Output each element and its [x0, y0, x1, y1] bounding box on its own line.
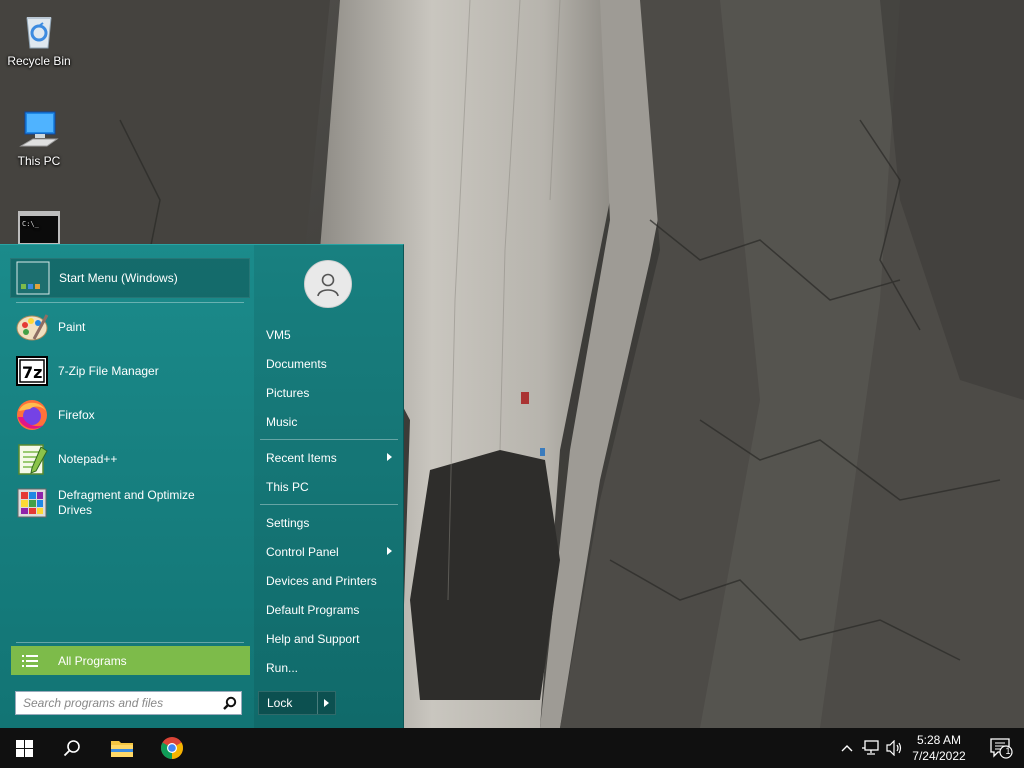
all-programs-button[interactable]: All Programs	[11, 646, 250, 675]
taskbar-search-button[interactable]	[48, 728, 96, 768]
chevron-up-icon	[841, 745, 853, 752]
places-item-user[interactable]: VM5	[260, 321, 398, 348]
pinned-start-menu-windows[interactable]: Start Menu (Windows)	[10, 258, 250, 298]
notepadpp-icon	[14, 441, 50, 477]
windows-logo-icon	[15, 739, 33, 757]
svg-text:C:\_: C:\_	[22, 220, 40, 228]
taskbar-clock[interactable]: 5:28 AM 7/24/2022	[906, 732, 972, 764]
taskbar-file-explorer[interactable]	[98, 728, 146, 768]
separator	[260, 439, 398, 440]
separator	[260, 504, 398, 505]
places-item-settings[interactable]: Settings	[260, 509, 398, 536]
clock-date: 7/24/2022	[912, 749, 966, 763]
lock-options-button[interactable]	[317, 692, 335, 714]
network-status-button[interactable]	[860, 728, 882, 768]
places-item-this-pc[interactable]: This PC	[260, 473, 398, 500]
speaker-icon	[886, 740, 902, 756]
lock-button[interactable]: Lock	[258, 691, 336, 715]
places-label: Run...	[266, 660, 299, 675]
search-icon	[63, 740, 80, 757]
svg-text:7z: 7z	[22, 363, 42, 382]
submenu-arrow-icon	[387, 547, 392, 555]
all-programs-label: All Programs	[58, 653, 127, 668]
places-label: This PC	[266, 479, 309, 494]
app-label: 7-Zip File Manager	[58, 363, 159, 378]
places-label: Control Panel	[266, 544, 339, 559]
firefox-icon	[14, 397, 50, 433]
defrag-icon	[14, 485, 50, 521]
start-menu-app-icon	[15, 260, 51, 296]
app-item-notepadpp[interactable]: Notepad++	[10, 438, 250, 480]
places-label: Settings	[266, 515, 310, 530]
search-box[interactable]	[15, 691, 242, 715]
show-hidden-icons-button[interactable]	[838, 728, 856, 768]
app-label: Defragment and Optimize Drives	[58, 488, 195, 517]
places-label: Help and Support	[266, 631, 360, 646]
desktop-icon-this-pc[interactable]: This PC	[1, 108, 77, 168]
app-item-7zip[interactable]: 7z 7-Zip File Manager	[10, 350, 250, 392]
chevron-right-icon	[324, 699, 329, 707]
places-item-default-programs[interactable]: Default Programs	[260, 596, 398, 623]
clock-time: 5:28 AM	[916, 733, 962, 747]
places-item-run[interactable]: Run...	[260, 654, 398, 681]
places-label: Devices and Printers	[266, 573, 377, 588]
separator	[16, 302, 244, 303]
desktop-icon-label: Recycle Bin	[7, 54, 71, 68]
places-label: Default Programs	[266, 602, 360, 617]
places-item-help-support[interactable]: Help and Support	[260, 625, 398, 652]
start-button[interactable]	[0, 728, 48, 768]
action-center-button[interactable]: 1	[978, 728, 1024, 768]
pinned-label: Start Menu (Windows)	[59, 271, 178, 285]
start-menu-places-pane: VM5 Documents Pictures Music Recent Item…	[254, 245, 404, 729]
computer-icon	[17, 108, 61, 152]
list-icon	[22, 654, 38, 667]
user-avatar[interactable]	[304, 260, 352, 308]
places-label: Music	[266, 414, 298, 429]
places-label: Documents	[266, 356, 327, 371]
start-menu-programs-pane: Start Menu (Windows) Paint 7z 7-Zip File…	[0, 245, 254, 729]
desktop-icon-recycle-bin[interactable]: Recycle Bin	[1, 8, 77, 68]
search-icon[interactable]	[219, 692, 241, 714]
places-label: Recent Items	[266, 450, 337, 465]
places-label: VM5	[266, 327, 291, 342]
app-item-defrag[interactable]: Defragment and Optimize Drives	[10, 482, 250, 524]
app-item-firefox[interactable]: Firefox	[10, 394, 250, 436]
submenu-arrow-icon	[387, 453, 392, 461]
separator	[16, 642, 244, 643]
start-menu: Start Menu (Windows) Paint 7z 7-Zip File…	[0, 244, 404, 729]
app-item-paint[interactable]: Paint	[10, 306, 250, 348]
places-label: Pictures	[266, 385, 310, 400]
taskbar-chrome[interactable]	[148, 728, 196, 768]
7zip-icon: 7z	[14, 353, 50, 389]
user-icon	[317, 273, 339, 297]
places-item-devices-printers[interactable]: Devices and Printers	[260, 567, 398, 594]
lock-label: Lock	[267, 696, 293, 710]
notification-count: 1	[1005, 746, 1011, 756]
folder-icon	[111, 741, 133, 757]
network-icon	[862, 740, 879, 755]
taskbar: 5:28 AM 7/24/2022 1	[0, 728, 1024, 768]
search-input[interactable]	[16, 693, 219, 713]
places-item-control-panel[interactable]: Control Panel	[260, 538, 398, 565]
places-item-music[interactable]: Music	[260, 408, 398, 435]
places-item-documents[interactable]: Documents	[260, 350, 398, 377]
places-item-recent-items[interactable]: Recent Items	[260, 444, 398, 471]
app-label: Notepad++	[58, 451, 118, 466]
chrome-icon	[161, 737, 183, 759]
desktop-icon-label: This PC	[17, 154, 61, 168]
app-label: Firefox	[58, 407, 95, 422]
places-item-pictures[interactable]: Pictures	[260, 379, 398, 406]
recycle-bin-icon	[17, 8, 61, 52]
app-label: Paint	[58, 319, 86, 334]
volume-button[interactable]	[884, 728, 906, 768]
paint-icon	[14, 309, 50, 345]
